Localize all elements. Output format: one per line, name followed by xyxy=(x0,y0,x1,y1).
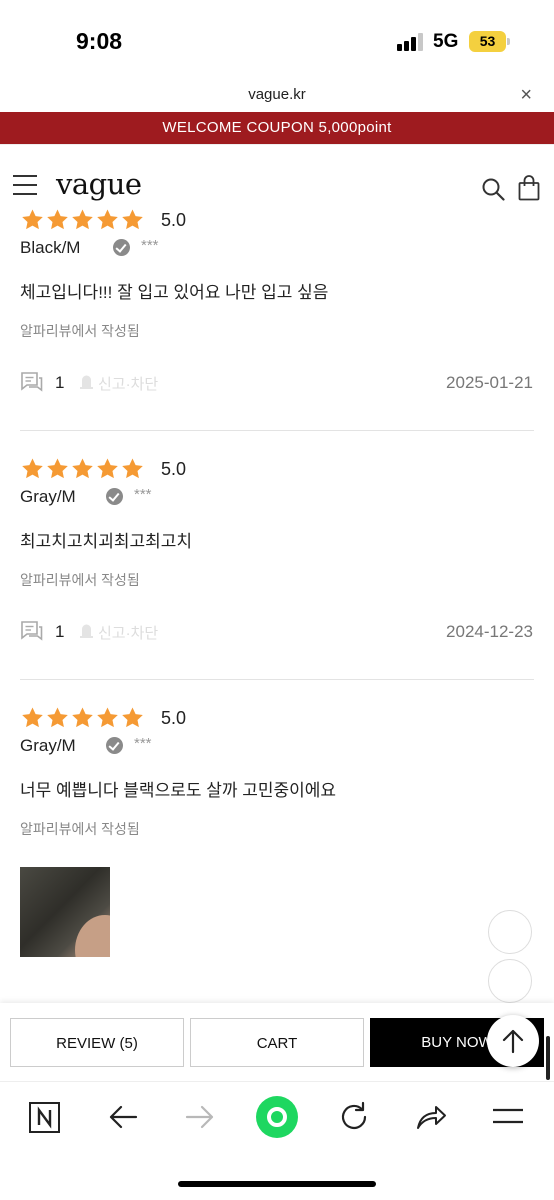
author-name: *** xyxy=(134,486,152,503)
star-icon xyxy=(22,707,43,728)
review-source: 알파리뷰에서 작성됨 xyxy=(20,323,140,339)
back-arrow-icon[interactable] xyxy=(106,1100,140,1134)
refresh-icon[interactable] xyxy=(337,1100,371,1134)
scroll-indicator xyxy=(546,1036,550,1080)
search-icon[interactable] xyxy=(481,177,505,201)
shopping-bag-icon[interactable] xyxy=(518,175,540,201)
cart-button[interactable]: CART xyxy=(190,1018,364,1067)
scroll-top-icon xyxy=(502,1029,524,1054)
rating-value: 5.0 xyxy=(161,210,187,230)
review-source: 알파리뷰에서 작성됨 xyxy=(20,821,140,837)
network-label: 5G xyxy=(433,31,459,52)
verified-check-icon xyxy=(106,737,123,754)
star-icon xyxy=(97,209,118,230)
star-icon xyxy=(122,458,143,479)
star-icon xyxy=(72,707,93,728)
battery-icon: 53 xyxy=(469,31,506,52)
floating-button[interactable] xyxy=(488,910,532,954)
comment-icon[interactable] xyxy=(20,371,43,393)
share-icon[interactable] xyxy=(414,1100,448,1134)
green-dot-icon[interactable] xyxy=(255,1095,299,1139)
review-item: 5.0 Gray/M *** 최고치고치괴최고최고치 알파리뷰에서 작성됨 1 … xyxy=(0,457,554,679)
star-icon xyxy=(72,209,93,230)
review-content: 너무 예쁩니다 블랙으로도 살까 고민중이에요 xyxy=(20,781,337,800)
review-item: 5.0 Gray/M *** 너무 예쁩니다 블랙으로도 살까 고민중이에요 알… xyxy=(0,706,554,1006)
hamburger-menu-icon[interactable] xyxy=(491,1100,525,1134)
coupon-banner[interactable]: WELCOME COUPON 5,000point xyxy=(0,112,554,144)
review-photo[interactable] xyxy=(20,867,110,957)
author-name: *** xyxy=(141,237,159,254)
star-icon xyxy=(97,458,118,479)
floating-button[interactable] xyxy=(488,959,532,1003)
site-header: vague xyxy=(0,144,554,204)
url-text[interactable]: vague.kr xyxy=(0,86,554,103)
review-content: 최고치고치괴최고최고치 xyxy=(20,532,193,551)
verified-check-icon xyxy=(106,488,123,505)
star-icon xyxy=(122,707,143,728)
report-block-link[interactable]: 신고·차단 xyxy=(98,373,158,394)
review-content: 체고입니다!!! 잘 입고 있어요 나만 입고 싶음 xyxy=(20,283,329,302)
star-icon xyxy=(72,458,93,479)
review-button[interactable]: REVIEW (5) xyxy=(10,1018,184,1067)
star-icon xyxy=(122,209,143,230)
star-icon xyxy=(22,458,43,479)
report-block-link[interactable]: 신고·차단 xyxy=(98,622,158,643)
scroll-top-button[interactable] xyxy=(487,1015,539,1067)
rating-value: 5.0 xyxy=(161,459,187,479)
status-bar: 9:08 5G 53 xyxy=(0,0,554,80)
comment-count[interactable]: 1 xyxy=(55,622,64,642)
review-date: 2025-01-21 xyxy=(446,373,533,392)
review-date: 2024-12-23 xyxy=(446,622,533,641)
status-time: 9:08 xyxy=(76,28,123,54)
star-rating xyxy=(20,457,145,481)
review-item: 5.0 Black/M *** 체고입니다!!! 잘 입고 있어요 나만 입고 … xyxy=(0,208,554,430)
star-icon xyxy=(22,209,43,230)
star-icon xyxy=(47,458,68,479)
comment-count[interactable]: 1 xyxy=(55,373,64,393)
option-label: Gray/M xyxy=(20,487,76,506)
star-icon xyxy=(97,707,118,728)
divider xyxy=(20,430,534,431)
option-label: Black/M xyxy=(20,238,81,257)
action-bar: REVIEW (5) CART BUY NOW xyxy=(0,1003,554,1081)
close-icon[interactable]: × xyxy=(520,84,532,107)
star-rating xyxy=(20,208,145,232)
rating-value: 5.0 xyxy=(161,708,187,728)
naver-home-icon[interactable] xyxy=(28,1100,62,1134)
report-icon[interactable] xyxy=(80,374,93,389)
forward-arrow-icon[interactable] xyxy=(183,1100,217,1134)
home-indicator xyxy=(178,1181,376,1187)
report-icon[interactable] xyxy=(80,623,93,638)
star-icon xyxy=(47,209,68,230)
url-bar[interactable]: vague.kr × xyxy=(0,80,554,111)
author-name: *** xyxy=(134,735,152,752)
comment-icon[interactable] xyxy=(20,620,43,642)
review-source: 알파리뷰에서 작성됨 xyxy=(20,572,140,588)
star-rating xyxy=(20,706,145,730)
divider xyxy=(20,679,534,680)
site-logo[interactable]: vague xyxy=(56,167,142,201)
browser-toolbar xyxy=(0,1081,554,1200)
option-label: Gray/M xyxy=(20,736,76,755)
verified-check-icon xyxy=(113,239,130,256)
signal-icon xyxy=(397,33,425,51)
battery-tip xyxy=(507,38,510,45)
menu-icon[interactable] xyxy=(13,175,37,195)
star-icon xyxy=(47,707,68,728)
